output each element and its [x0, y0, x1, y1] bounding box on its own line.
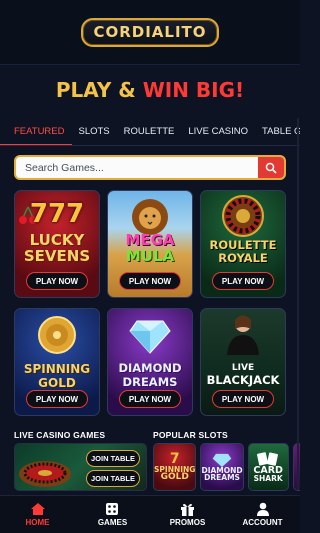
game-title-line2: DREAMS: [122, 375, 178, 389]
game-title-line1: ROULETTE: [209, 238, 277, 252]
roulette-table-icon: [19, 461, 71, 487]
live-casino-heading: LIVE CASINO GAMES: [14, 430, 106, 440]
dice-icon: [106, 503, 118, 515]
game-title-line1: LUCKY: [29, 231, 85, 249]
playing-cards-icon: [257, 451, 279, 466]
tab-table-games[interactable]: TABLE GAMES: [255, 118, 300, 145]
game-card-diamond-dreams[interactable]: DIAMOND DREAMS PLAY NOW: [107, 308, 193, 416]
game-title-line2: ROYALE: [218, 251, 268, 265]
slot-title-line2: DREAMS: [204, 473, 240, 482]
tab-slots[interactable]: SLOTS: [72, 118, 117, 145]
tab-live-casino[interactable]: LIVE CASINO: [181, 118, 255, 145]
slot-title-line2: SHARK: [253, 474, 283, 483]
game-art-text: 777: [29, 199, 85, 229]
play-now-button[interactable]: PLAY NOW: [212, 272, 274, 290]
nav-home[interactable]: HOME: [0, 496, 75, 533]
game-title-line1: LIVE: [231, 363, 255, 373]
slot-card-spinning-gold[interactable]: 7 SPINNING GOLD: [153, 443, 197, 491]
nav-label: GAMES: [97, 518, 128, 527]
game-title-line2: BLACKJACK: [206, 373, 280, 387]
category-tabs: FEATURED SLOTS ROULETTE LIVE CASINO TABL…: [0, 118, 300, 146]
game-card-spinning-gold[interactable]: SPINNING GOLD PLAY NOW: [14, 308, 100, 416]
play-now-button[interactable]: PLAY NOW: [212, 390, 274, 408]
game-card-live-blackjack[interactable]: LIVE BLACKJACK PLAY NOW: [200, 308, 286, 416]
scrollbar[interactable]: [297, 118, 299, 490]
nav-label: ACCOUNT: [242, 518, 283, 527]
live-casino-card[interactable]: JOIN TABLE JOIN TABLE: [14, 443, 147, 491]
slot-card-card-shark[interactable]: CARD SHARK: [247, 443, 289, 491]
nav-label: PROMOS: [169, 518, 206, 527]
bottom-nav: HOME GAMES PROMOS ACCOUNT: [0, 495, 300, 533]
brand-logo[interactable]: CORDIALITO: [81, 17, 219, 47]
home-icon: [30, 503, 45, 515]
slot-title-line2: GOLD: [160, 472, 189, 483]
app-header: CORDIALITO: [0, 0, 300, 64]
search-bar: [14, 155, 286, 180]
featured-games-grid: 777 LUCKY SEVENS PLAY NOW MEGA MULA PLAY…: [14, 190, 286, 416]
game-title-line2: MULA: [125, 247, 175, 265]
diamond-icon: [129, 320, 171, 354]
gold-coin-icon: [38, 316, 76, 354]
play-now-button[interactable]: PLAY NOW: [119, 390, 181, 408]
play-now-button[interactable]: PLAY NOW: [26, 390, 88, 408]
nav-promos[interactable]: PROMOS: [150, 496, 225, 533]
game-title-line1: MEGA: [125, 231, 175, 249]
tab-roulette[interactable]: ROULETTE: [117, 118, 182, 145]
game-title-line1: DIAMOND: [118, 361, 182, 375]
nav-account[interactable]: ACCOUNT: [225, 496, 300, 533]
game-card-roulette-royale[interactable]: ROULETTE ROYALE PLAY NOW: [200, 190, 286, 298]
slot-card-diamond-dreams[interactable]: DIAMOND DREAMS: [200, 443, 244, 491]
game-card-lucky-sevens[interactable]: 777 LUCKY SEVENS PLAY NOW: [14, 190, 100, 298]
join-table-button[interactable]: JOIN TABLE: [86, 450, 140, 467]
nav-label: HOME: [25, 518, 50, 527]
popular-slots-heading: POPULAR SLOTS: [153, 430, 228, 440]
game-card-mega-mula[interactable]: MEGA MULA PLAY NOW: [107, 190, 193, 298]
nav-games[interactable]: GAMES: [75, 496, 150, 533]
dealer-icon: [227, 315, 259, 355]
search-input[interactable]: [16, 157, 258, 178]
popular-slots-row: 7 SPINNING GOLD DIAMOND DREAMS CARD SHAR…: [153, 443, 300, 491]
play-now-button[interactable]: PLAY NOW: [26, 272, 88, 290]
join-table-button[interactable]: JOIN TABLE: [86, 470, 140, 487]
hero-banner: PLAY & WIN BIG!: [0, 64, 300, 114]
gift-icon: [181, 503, 194, 516]
game-title-line2: SEVENS: [23, 247, 91, 265]
logo-text: CORDIALITO: [93, 22, 207, 41]
tab-featured[interactable]: FEATURED: [0, 118, 72, 145]
game-title-line2: GOLD: [38, 376, 76, 390]
search-icon: [265, 162, 277, 174]
slot-art-text: 7: [169, 450, 180, 467]
search-button[interactable]: [258, 157, 284, 178]
play-now-button[interactable]: PLAY NOW: [119, 272, 181, 290]
roulette-wheel-icon: [222, 195, 264, 237]
hero-title: PLAY & WIN BIG!: [55, 77, 245, 102]
diamond-icon: [212, 453, 232, 467]
user-icon: [256, 502, 269, 516]
game-title-line1: SPINNING: [23, 362, 91, 376]
